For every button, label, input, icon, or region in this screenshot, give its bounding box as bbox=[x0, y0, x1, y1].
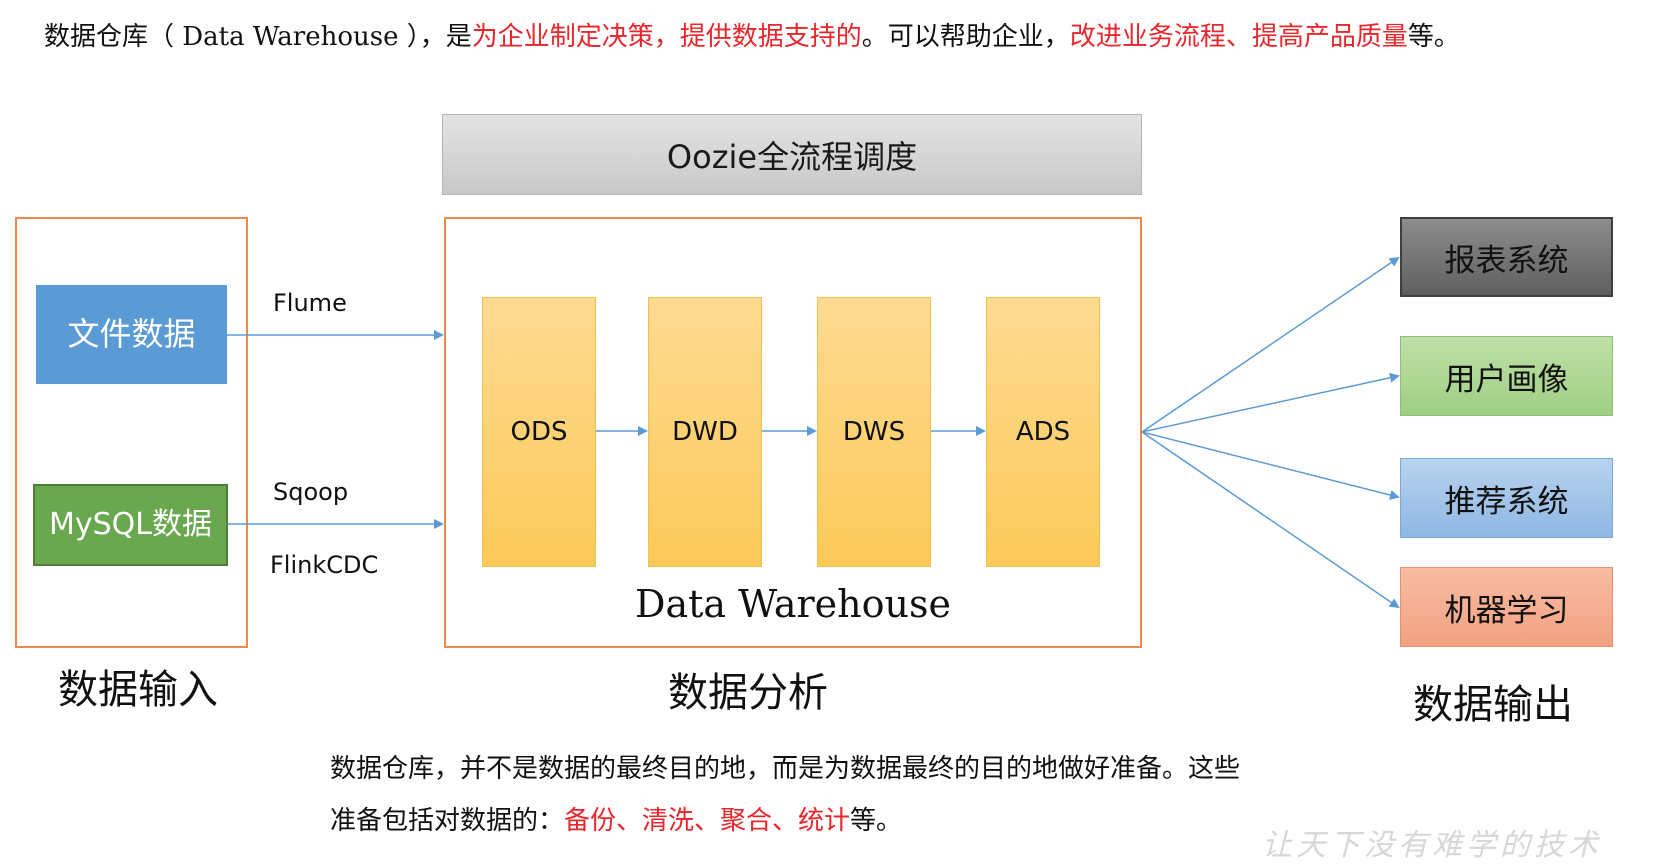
summary-line-1: 数据仓库，并不是数据的最终目的地，而是为数据最终的目的地做好准备。这些 bbox=[330, 754, 1241, 784]
watermark: 让天下没有难学的技术 bbox=[1262, 828, 1602, 863]
summary-line-2: 准备包括对数据的：备份、清洗、聚合、统计等。 bbox=[330, 800, 902, 837]
summary-highlight: 备份、清洗、聚合、统计 bbox=[564, 806, 851, 836]
arrow-to-machine-learning bbox=[1141, 431, 1400, 609]
arrow-to-report-system bbox=[1141, 256, 1400, 433]
arrow-to-recommendation bbox=[1141, 431, 1400, 500]
flow-arrows bbox=[227, 256, 1400, 609]
summary-line-2-b: 等。 bbox=[850, 806, 903, 836]
arrow-to-user-profile bbox=[1141, 372, 1400, 433]
summary-line-2-a: 准备包括对数据的： bbox=[330, 806, 565, 836]
